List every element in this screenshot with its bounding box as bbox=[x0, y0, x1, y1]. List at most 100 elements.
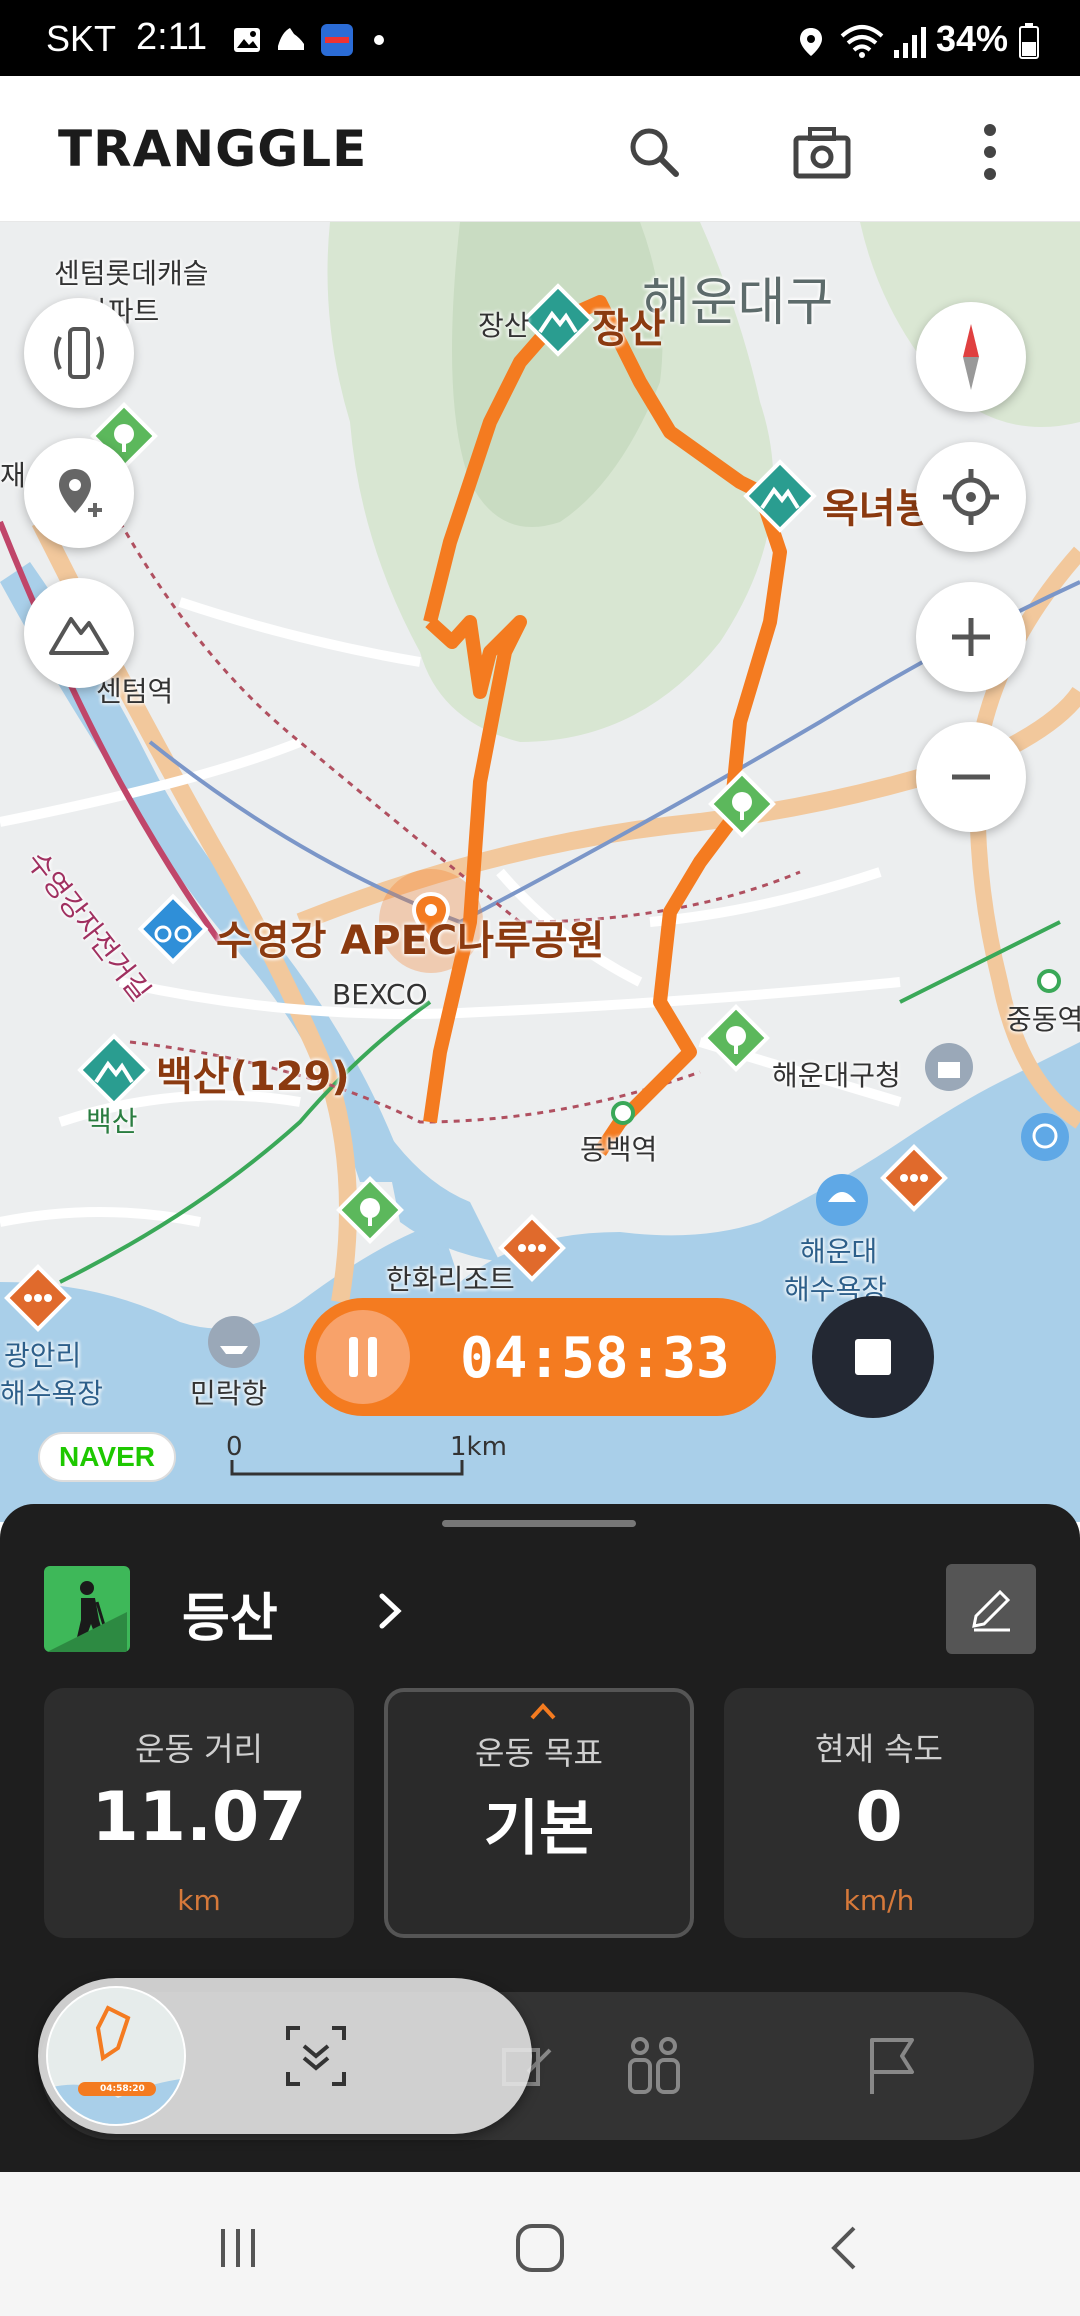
add-place-icon bbox=[59, 469, 102, 517]
signal-toggle-button[interactable] bbox=[24, 298, 134, 408]
home-button[interactable] bbox=[500, 2208, 580, 2288]
mini-timer: 04:58:20 bbox=[100, 2084, 145, 2094]
shoe-icon bbox=[278, 28, 304, 50]
system-nav-bar bbox=[0, 2172, 1080, 2316]
map-label-hanwha: 한화리조트 bbox=[386, 1263, 515, 1296]
app-header: TRANGGLE bbox=[0, 76, 1080, 222]
more-vert-icon bbox=[984, 124, 996, 180]
mountain-icon bbox=[49, 617, 109, 655]
map-label-jungdong: 중동역 bbox=[1006, 1003, 1080, 1036]
building-icon bbox=[925, 1043, 973, 1091]
edit-button[interactable] bbox=[946, 1564, 1036, 1654]
app-screen: SKT 2:11 34% TRANGGLE 해운대구 장산 장산 옥녀봉 센텀롯… bbox=[0, 0, 1080, 2316]
map-label-bexco: BEXCO bbox=[332, 978, 428, 1011]
app-logo: TRANGGLE bbox=[58, 120, 368, 178]
status-bar: SKT 2:11 34% bbox=[0, 0, 1080, 76]
back-button[interactable] bbox=[804, 2208, 884, 2288]
pause-button[interactable] bbox=[316, 1310, 410, 1404]
compass-button[interactable] bbox=[916, 302, 1026, 412]
map-label-park: 수영강 APEC나루공원 bbox=[216, 918, 605, 964]
recording-timer: 04:58:33 bbox=[304, 1298, 776, 1416]
stop-button[interactable] bbox=[812, 1296, 934, 1418]
image-icon bbox=[234, 28, 260, 52]
carrier-label: SKT bbox=[46, 18, 117, 59]
battery-icon bbox=[1019, 23, 1039, 59]
park-marker[interactable] bbox=[700, 1002, 772, 1074]
my-location-button[interactable] bbox=[916, 442, 1026, 552]
harbor-icon bbox=[208, 1316, 260, 1368]
map-label-millak: 민락항 bbox=[190, 1377, 268, 1410]
add-place-button[interactable] bbox=[24, 438, 134, 548]
map-label-centum-apt-1: 센텀롯데캐슬 bbox=[54, 257, 209, 290]
camera-icon bbox=[793, 127, 851, 179]
naver-logo: NAVER bbox=[38, 1432, 176, 1482]
activity-type[interactable]: 등산 bbox=[182, 1576, 278, 1651]
poi-marker[interactable] bbox=[2, 1262, 74, 1334]
map-scale: 0 1km bbox=[226, 1432, 526, 1492]
ferris-wheel-icon bbox=[1021, 1113, 1069, 1161]
stat-goal[interactable]: 운동 목표 기본 bbox=[384, 1688, 694, 1938]
hiking-icon bbox=[44, 1566, 130, 1652]
station-marker bbox=[1037, 969, 1061, 993]
wifi-icon bbox=[840, 25, 884, 58]
collapse-button[interactable] bbox=[274, 2014, 358, 2098]
zoom-out-icon bbox=[952, 774, 990, 780]
floating-mini-window[interactable]: 04:58:20 bbox=[38, 1978, 532, 2134]
zoom-out-button[interactable] bbox=[916, 722, 1026, 832]
map-label-jae: 재 bbox=[0, 459, 26, 492]
mountain-marker-oknyeo[interactable] bbox=[742, 458, 818, 534]
mountain-layer-button[interactable] bbox=[24, 578, 134, 688]
stat-unit: km bbox=[177, 1884, 221, 1917]
stat-speed: 현재 속도 0 km/h bbox=[724, 1688, 1034, 1938]
caret-up-icon bbox=[530, 1703, 556, 1720]
companions-button[interactable] bbox=[610, 2022, 698, 2110]
map-label-jangsan: 장산 bbox=[592, 306, 666, 352]
clock: 2:11 bbox=[136, 16, 208, 58]
more-button[interactable] bbox=[950, 112, 1030, 192]
recent-apps-button[interactable] bbox=[198, 2208, 278, 2288]
mountain-marker-baeksan[interactable] bbox=[76, 1032, 152, 1108]
scale-bar bbox=[230, 1460, 464, 1476]
stat-value: 11.07 bbox=[91, 1778, 307, 1857]
chevron-right-icon[interactable] bbox=[370, 1586, 410, 1636]
map-label-gwangalli-1: 광안리 bbox=[4, 1339, 82, 1372]
map-label-district: 해운대구 bbox=[642, 273, 834, 333]
location-icon bbox=[800, 28, 822, 56]
map-label-jangsan-prefix: 장산 bbox=[478, 309, 530, 342]
stat-unit: km/h bbox=[843, 1884, 915, 1917]
signal-toggle-icon bbox=[54, 327, 104, 379]
flag-icon bbox=[870, 2038, 914, 2094]
my-location-icon bbox=[943, 469, 999, 525]
app-icon bbox=[321, 24, 353, 56]
home-icon bbox=[516, 2224, 564, 2272]
people-icon bbox=[628, 2037, 680, 2094]
map-label-haeundae-beach-1: 해운대 bbox=[800, 1235, 878, 1268]
camera-button[interactable] bbox=[782, 112, 862, 192]
notification-icons bbox=[232, 24, 392, 56]
sheet-handle[interactable] bbox=[442, 1520, 636, 1527]
poi-marker[interactable] bbox=[878, 1142, 950, 1214]
stat-label: 운동 거리 bbox=[135, 1730, 263, 1768]
scan-collapse-icon bbox=[286, 2026, 346, 2086]
mini-map-thumbnail[interactable]: 04:58:20 bbox=[46, 1986, 186, 2126]
stat-distance: 운동 거리 11.07 km bbox=[44, 1688, 354, 1938]
back-icon bbox=[831, 2226, 856, 2270]
zoom-in-icon bbox=[952, 618, 990, 656]
map-view[interactable]: 해운대구 장산 장산 옥녀봉 센텀롯데캐슬 아파트 재 센텀역 수영강자전거길 … bbox=[0, 222, 1080, 1522]
beach-icon bbox=[816, 1174, 868, 1226]
stat-value: 기본 bbox=[483, 1794, 595, 1864]
recent-apps-icon bbox=[221, 2229, 255, 2267]
checkpoint-button[interactable] bbox=[848, 2022, 936, 2110]
stat-label: 운동 목표 bbox=[475, 1734, 603, 1772]
map-label-haeundae-office: 해운대구청 bbox=[772, 1059, 901, 1092]
signal-icon bbox=[894, 27, 926, 58]
search-button[interactable] bbox=[614, 112, 694, 192]
zoom-in-button[interactable] bbox=[916, 582, 1026, 692]
compass-icon bbox=[963, 324, 979, 390]
bike-marker[interactable] bbox=[136, 892, 210, 966]
battery-percent: 34% bbox=[936, 18, 1009, 59]
pencil-icon bbox=[972, 1589, 1011, 1632]
park-marker[interactable] bbox=[334, 1174, 406, 1246]
park-marker[interactable] bbox=[706, 768, 778, 840]
mountain-marker-jangsan[interactable] bbox=[520, 282, 596, 358]
